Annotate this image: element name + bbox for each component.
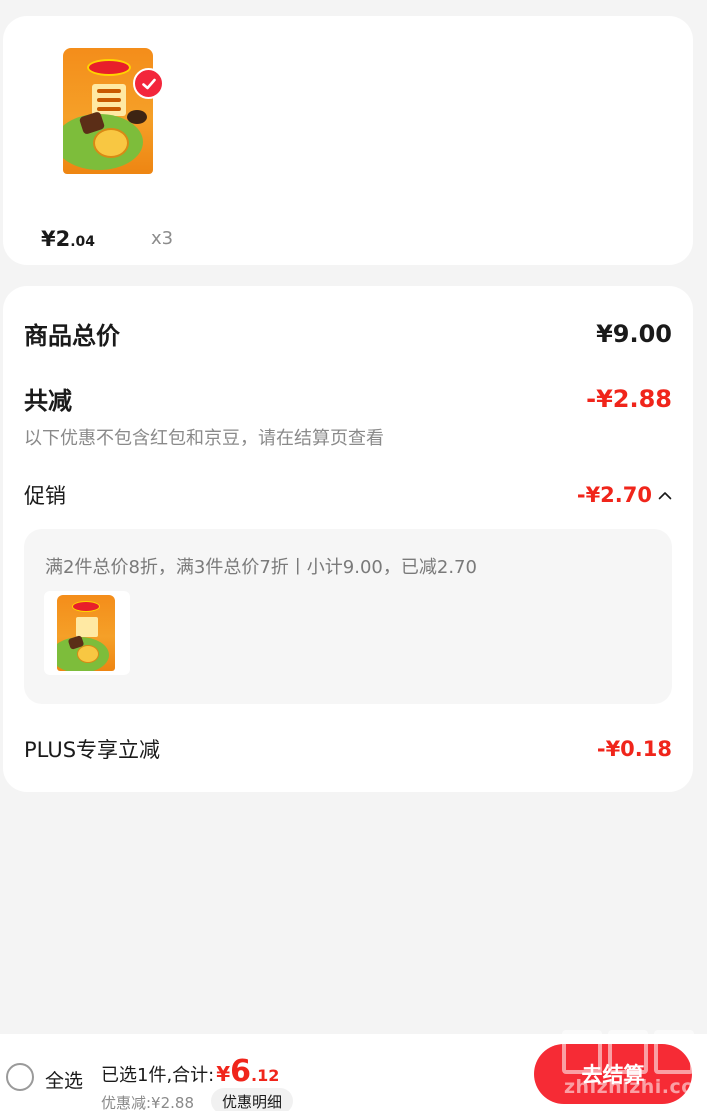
promo-label: 促销 <box>24 484 66 508</box>
promo-value-group[interactable]: -¥2.70 <box>577 483 672 507</box>
chips-bag-image <box>63 48 153 174</box>
product-price: ¥2.04 <box>41 227 95 251</box>
product-card: ¥2.04 x3 <box>3 16 693 265</box>
product-price-int: ¥2 <box>41 227 71 251</box>
total-int: 6 <box>230 1054 252 1089</box>
checkout-bar: 全选 已选1件,合计: ¥ 6 .12 优惠减:¥2.88 优惠明细 去结算 <box>0 1034 707 1111</box>
reduce-value: -¥2.88 <box>586 384 672 413</box>
discount-amount: 优惠减:¥2.88 <box>101 1094 194 1111</box>
reduce-row: 共减 -¥2.88 <box>24 381 672 416</box>
product-image[interactable] <box>59 44 157 178</box>
plus-label: PLUS专享立减 <box>24 738 161 762</box>
promo-row[interactable]: 促销 -¥2.70 <box>24 480 672 510</box>
check-badge-icon[interactable] <box>133 68 164 99</box>
product-quantity: x3 <box>151 228 174 249</box>
plus-value: -¥0.18 <box>596 737 672 761</box>
chevron-up-icon[interactable] <box>658 491 672 500</box>
promo-detail-box: 满2件总价8折，满3件总价7折丨小计9.00，已减2.70 <box>24 529 672 704</box>
checkout-button[interactable]: 去结算 <box>534 1044 692 1104</box>
selected-total: 已选1件,合计: ¥ 6 .12 <box>101 1054 279 1089</box>
select-all-label[interactable]: 全选 <box>45 1066 83 1093</box>
total-row: 商品总价 ¥9.00 <box>24 316 672 351</box>
chips-bag-image <box>57 595 115 671</box>
price-summary-card: 商品总价 ¥9.00 共减 -¥2.88 以下优惠不包含红包和京豆，请在结算页查… <box>3 286 693 792</box>
reduce-label: 共减 <box>24 387 72 415</box>
discount-note: 以下优惠不包含红包和京豆，请在结算页查看 <box>24 428 384 449</box>
promo-value: -¥2.70 <box>576 483 652 507</box>
total-dec: .12 <box>251 1066 280 1085</box>
product-price-dec: .04 <box>70 234 96 250</box>
selected-prefix: 已选1件,合计: <box>101 1065 215 1086</box>
total-label: 商品总价 <box>24 322 120 350</box>
promo-detail-text: 满2件总价8折，满3件总价7折丨小计9.00，已减2.70 <box>45 557 477 578</box>
plus-row: PLUS专享立减 -¥0.18 <box>24 734 672 764</box>
total-currency: ¥ <box>216 1062 231 1086</box>
total-value: ¥9.00 <box>596 319 672 348</box>
radio-circle-icon[interactable] <box>6 1063 34 1091</box>
discount-detail-button[interactable]: 优惠明细 <box>211 1088 294 1111</box>
promo-product-thumb[interactable] <box>44 591 130 675</box>
